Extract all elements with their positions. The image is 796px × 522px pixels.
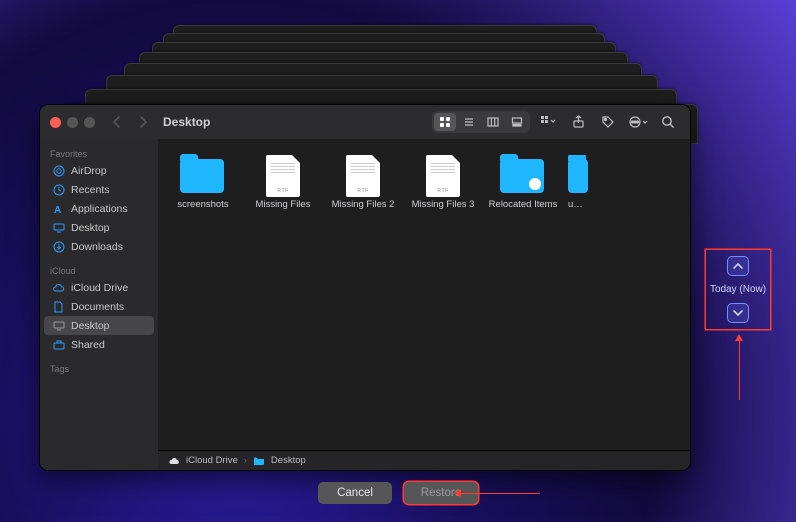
timeline-up-button[interactable]	[727, 256, 749, 276]
annotation-arrow	[460, 493, 540, 495]
file-label: Missing Files 2	[328, 199, 398, 210]
desktop-icon	[52, 319, 65, 332]
sidebar-section-header: Favorites	[40, 145, 158, 161]
svg-text:A: A	[54, 205, 61, 215]
sidebar-item-label: Downloads	[71, 241, 123, 253]
clock-icon	[52, 183, 65, 196]
file-item[interactable]: screenshots	[168, 155, 238, 210]
path-crumb[interactable]: Desktop	[271, 455, 306, 466]
folder-icon	[180, 159, 224, 193]
sidebar-section-header: iCloud	[40, 262, 158, 278]
action-menu-button[interactable]	[626, 111, 650, 133]
back-button[interactable]	[107, 112, 127, 132]
list-view-button[interactable]	[458, 113, 480, 131]
sidebar-item-shared[interactable]: Shared	[44, 335, 154, 354]
sidebar: Favorites AirDrop Recents A Applications…	[40, 139, 158, 470]
file-label: screenshots	[168, 199, 238, 210]
finder-window: Desktop	[40, 105, 690, 470]
sidebar-item-label: Recents	[71, 184, 110, 196]
cloud-icon	[52, 281, 65, 294]
shared-icon	[52, 338, 65, 351]
chevron-right-icon: ›	[244, 455, 247, 466]
rtf-icon	[426, 155, 460, 197]
folder-icon	[253, 456, 265, 466]
sidebar-item-desktop-icloud[interactable]: Desktop	[44, 316, 154, 335]
cloud-icon	[168, 456, 180, 466]
sidebar-item-downloads[interactable]: Downloads	[44, 237, 154, 256]
sidebar-item-label: Desktop	[71, 222, 110, 234]
airdrop-icon	[52, 164, 65, 177]
file-item[interactable]: Relocated Items	[488, 155, 558, 210]
file-item[interactable]: untitled	[568, 155, 588, 210]
documents-icon	[52, 300, 65, 313]
tags-button[interactable]	[596, 111, 620, 133]
annotation-arrow	[739, 340, 741, 400]
desktop-icon	[52, 221, 65, 234]
sidebar-item-label: iCloud Drive	[71, 282, 128, 294]
sidebar-item-label: Applications	[71, 203, 128, 215]
sidebar-item-label: Documents	[71, 301, 124, 313]
forward-button[interactable]	[133, 112, 153, 132]
view-mode-group	[432, 111, 530, 133]
apps-icon: A	[52, 202, 65, 215]
share-button[interactable]	[566, 111, 590, 133]
file-label: Relocated Items	[488, 199, 558, 210]
group-by-button[interactable]	[536, 111, 560, 133]
file-grid[interactable]: screenshots Missing Files Missing Files …	[158, 139, 690, 450]
file-item[interactable]: Missing Files	[248, 155, 318, 210]
window-controls	[50, 117, 95, 128]
action-bar: Cancel Restore	[0, 482, 796, 504]
rtf-icon	[266, 155, 300, 197]
minimize-window-button[interactable]	[67, 117, 78, 128]
timeline-navigator: Today (Now)	[706, 250, 770, 329]
sidebar-item-applications[interactable]: A Applications	[44, 199, 154, 218]
gallery-view-button[interactable]	[506, 113, 528, 131]
sidebar-section-header: Tags	[40, 360, 158, 376]
path-bar: iCloud Drive › Desktop	[158, 450, 690, 470]
content-area: screenshots Missing Files Missing Files …	[158, 139, 690, 470]
folder-icon	[500, 159, 544, 193]
column-view-button[interactable]	[482, 113, 504, 131]
file-label: untitled	[568, 199, 588, 210]
titlebar: Desktop	[40, 105, 690, 139]
cancel-button[interactable]: Cancel	[318, 482, 392, 504]
sidebar-item-icloud-drive[interactable]: iCloud Drive	[44, 278, 154, 297]
downloads-icon	[52, 240, 65, 253]
file-label: Missing Files	[248, 199, 318, 210]
sidebar-item-label: Shared	[71, 339, 105, 351]
sidebar-item-label: Desktop	[71, 320, 110, 332]
sidebar-item-recents[interactable]: Recents	[44, 180, 154, 199]
sidebar-item-airdrop[interactable]: AirDrop	[44, 161, 154, 180]
zoom-window-button[interactable]	[84, 117, 95, 128]
timeline-down-button[interactable]	[727, 303, 749, 323]
sidebar-item-label: AirDrop	[71, 165, 107, 177]
close-window-button[interactable]	[50, 117, 61, 128]
folder-icon	[568, 159, 588, 193]
rtf-icon	[346, 155, 380, 197]
path-crumb[interactable]: iCloud Drive	[186, 455, 238, 466]
file-item[interactable]: Missing Files 3	[408, 155, 478, 210]
timeline-label: Today (Now)	[710, 284, 766, 295]
icon-view-button[interactable]	[434, 113, 456, 131]
sidebar-item-documents[interactable]: Documents	[44, 297, 154, 316]
file-item[interactable]: Missing Files 2	[328, 155, 398, 210]
search-button[interactable]	[656, 111, 680, 133]
window-title: Desktop	[163, 115, 210, 129]
file-label: Missing Files 3	[408, 199, 478, 210]
sidebar-item-desktop[interactable]: Desktop	[44, 218, 154, 237]
